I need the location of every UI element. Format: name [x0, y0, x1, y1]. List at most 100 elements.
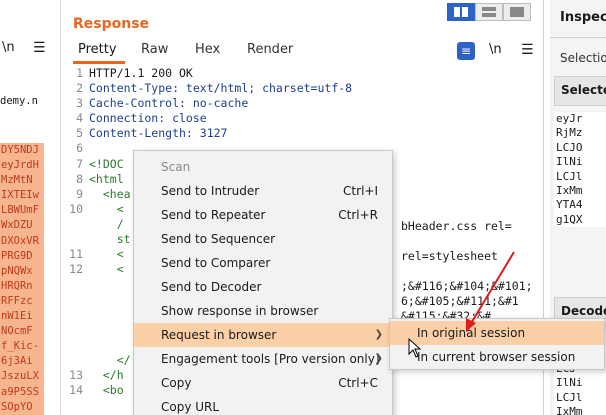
tab-render[interactable]: Render — [247, 42, 293, 57]
inspector-line: IlNi — [556, 155, 583, 169]
newline-toggle-button[interactable]: \n — [2, 40, 15, 55]
selected-line: PRG9D — [0, 248, 44, 264]
menu-item-copy-url[interactable]: Copy URL — [134, 395, 392, 415]
inspector-line: RjMz — [556, 126, 583, 140]
selection-label: Selection — [560, 51, 606, 65]
line-text: Content-Length: 3127 — [89, 126, 228, 141]
request-text-fragment: demy.n — [0, 95, 38, 107]
submenu-item-in-current-browser-session[interactable]: In current browser session — [390, 345, 604, 369]
divider — [550, 37, 606, 38]
menu-item-label: Show response in browser — [161, 304, 319, 318]
selected-text-section[interactable]: Selected text — [554, 76, 606, 106]
menu-item-engagement-tools-pro-version-only[interactable]: Engagement tools [Pro version only] ❯ — [134, 347, 392, 371]
inspector-line: IxMm — [556, 404, 583, 415]
layout-toggle — [447, 3, 531, 21]
line-number: 6 — [76, 141, 83, 156]
single-view-icon[interactable] — [503, 3, 531, 21]
selected-line: SOpYO — [0, 399, 44, 415]
menu-item-send-to-sequencer[interactable]: Send to Sequencer — [134, 227, 392, 251]
split-view-icon[interactable] — [447, 3, 475, 21]
line-number: 10 — [69, 201, 83, 216]
tab-pretty[interactable]: Pretty — [78, 42, 117, 57]
menu-item-label: Send to Sequencer — [161, 232, 276, 246]
menu-item-request-in-browser[interactable]: Request in browser ❯ — [134, 323, 392, 347]
line-number: 12 — [69, 262, 83, 277]
response-tabs: Pretty Raw Hex Render ≡ \n ☰ — [61, 42, 543, 64]
inspector-title: Inspector — [560, 10, 606, 25]
line-number: 9 — [76, 186, 83, 201]
menu-icon[interactable]: ☰ — [33, 40, 46, 56]
submenu-item-label: In original session — [417, 326, 526, 340]
tab-hex[interactable]: Hex — [195, 42, 220, 57]
line-text: <bo — [89, 382, 124, 397]
line-number: 5 — [76, 126, 83, 141]
inspector-line: eyJr — [556, 112, 583, 125]
line-text: st — [89, 232, 131, 247]
submenu-item-in-original-session[interactable]: In original session — [390, 321, 604, 345]
menu-icon[interactable]: ☰ — [521, 42, 534, 58]
menu-item-shortcut: Ctrl+R — [338, 208, 378, 222]
selected-line: DXOxVR — [0, 233, 44, 249]
selected-line: LBWUmF — [0, 203, 44, 219]
code-fragment: 6;&#105;&#111;&#1 — [401, 294, 519, 308]
line-text: <hea — [89, 186, 131, 201]
horizontal-view-icon[interactable] — [475, 3, 503, 21]
menu-item-copy[interactable]: Copy Ctrl+C — [134, 371, 392, 395]
line-number: 4 — [76, 111, 83, 126]
code-line: 5 Content-Length: 3127 — [61, 126, 543, 141]
line-text: < — [89, 247, 124, 262]
selected-line: f_Kic- — [0, 339, 44, 355]
inspector-line: LCJl — [556, 390, 583, 404]
line-text: Content-Type: text/html; charset=utf-8 — [89, 81, 353, 96]
menu-item-send-to-repeater[interactable]: Send to Repeater Ctrl+R — [134, 203, 392, 227]
line-number: 7 — [76, 156, 83, 171]
selected-line: DY5NDJ — [0, 143, 44, 159]
line-number: 2 — [76, 81, 83, 96]
menu-item-label: Send to Decoder — [161, 280, 262, 294]
selected-line: NOcmF — [0, 324, 44, 340]
menu-item-label: Send to Comparer — [161, 256, 271, 270]
menu-item-label: Send to Intruder — [161, 184, 260, 198]
inspector-line: LCJO — [556, 140, 583, 154]
tab-raw[interactable]: Raw — [141, 42, 168, 57]
inspector-line: LCJl — [556, 169, 583, 183]
line-number: 3 — [76, 96, 83, 111]
menu-item-label: Engagement tools [Pro version only] — [161, 352, 380, 366]
menu-item-label: Scan — [161, 160, 191, 174]
line-number: 1 — [76, 66, 83, 80]
code-fragment: rel=stylesheet — [401, 249, 498, 263]
inspector-line: IxMm — [556, 183, 583, 197]
line-text: <!DOC — [89, 156, 124, 171]
menu-item-send-to-decoder[interactable]: Send to Decoder — [134, 275, 392, 299]
inspector-line: IlNi — [556, 376, 583, 390]
newline-toggle-button[interactable]: \n — [489, 42, 502, 57]
code-line: 4 Connection: close — [61, 111, 543, 126]
menu-item-send-to-intruder[interactable]: Send to Intruder Ctrl+I — [134, 179, 392, 203]
chevron-right-icon: ❯ — [374, 329, 383, 340]
request-pane: \n ☰ demy.n DY5NDJ eyJrdH MzMtN IXTEIw LBWUm… — [0, 0, 60, 415]
selected-line: WxDZU — [0, 218, 44, 234]
wrap-lines-icon[interactable]: ≡ — [457, 42, 475, 60]
inspector-line: g1QX — [556, 212, 583, 226]
menu-item-shortcut: Ctrl+I — [343, 184, 378, 198]
context-menu: Scan Send to Intruder Ctrl+I Send to Repeat… — [133, 150, 393, 415]
selected-text-value: eyJr RjMz LCJO IlNi LCJl IxMm YTA4 g1QX — [554, 112, 606, 228]
selected-line: nW1Ei — [0, 309, 44, 325]
code-fragment: bHeader.css rel= — [401, 219, 512, 233]
line-text: < — [89, 201, 124, 216]
menu-item-shortcut: Ctrl+C — [338, 376, 378, 390]
line-number: 11 — [69, 247, 83, 262]
selected-line: MzMtN — [0, 173, 44, 189]
inspector-line: YTA4 — [556, 198, 583, 212]
selected-line: JszuLX — [0, 369, 44, 385]
menu-item-label: Send to Repeater — [161, 208, 266, 222]
selected-line: IXTEIw — [0, 188, 44, 204]
menu-item-show-response-in-browser[interactable]: Show response in browser — [134, 299, 392, 323]
chevron-right-icon: ❯ — [374, 353, 383, 364]
code-line: 3 Cache-Control: no-cache — [61, 96, 543, 111]
line-text: </ — [89, 352, 131, 367]
line-text: </h — [89, 367, 124, 382]
line-text: < — [89, 262, 124, 277]
menu-item-send-to-comparer[interactable]: Send to Comparer — [134, 251, 392, 275]
selected-line: eyJrdH — [0, 158, 44, 174]
